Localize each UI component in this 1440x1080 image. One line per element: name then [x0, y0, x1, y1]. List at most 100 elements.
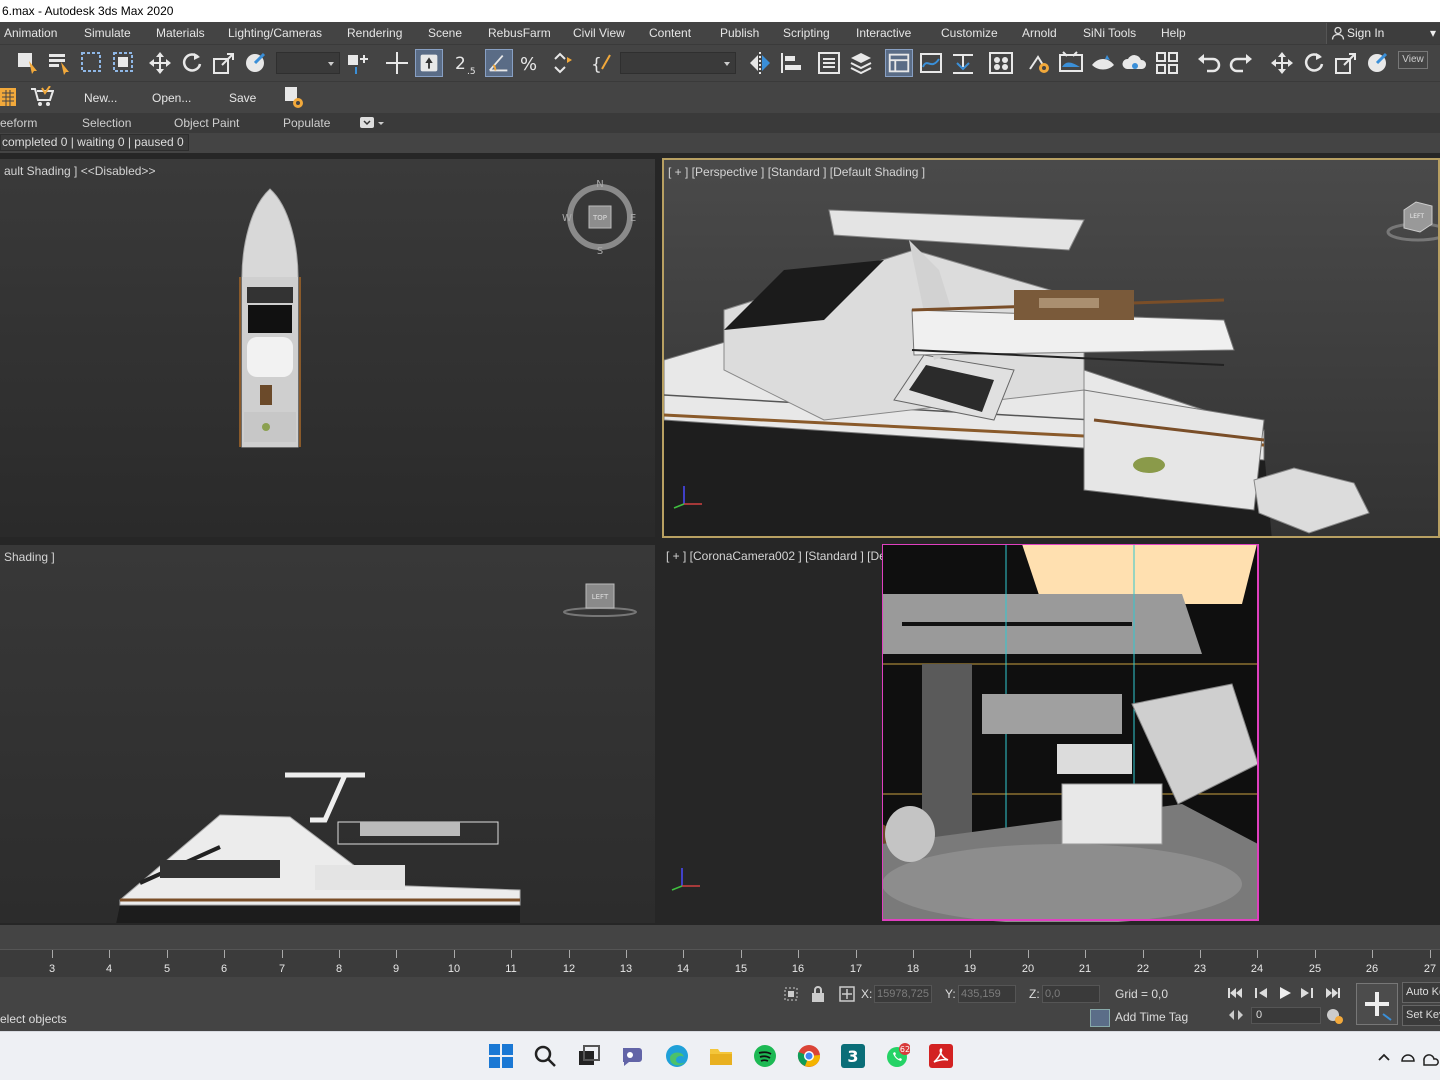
- menu-publish[interactable]: Publish: [720, 22, 759, 45]
- select-object-icon[interactable]: [14, 49, 42, 77]
- select-manipulate-icon[interactable]: [383, 49, 411, 77]
- x-coord-field[interactable]: 15978,725: [874, 985, 932, 1003]
- menu-rebusfarm[interactable]: RebusFarm: [488, 22, 551, 45]
- menu-rendering[interactable]: Rendering: [347, 22, 402, 45]
- align-icon[interactable]: [778, 49, 806, 77]
- move-icon-right[interactable]: [1268, 49, 1296, 77]
- isolate-selection-icon[interactable]: [782, 985, 800, 1003]
- absolute-mode-icon[interactable]: [838, 985, 856, 1003]
- sign-in-button[interactable]: Sign In ▾: [1326, 23, 1440, 44]
- calculator-icon[interactable]: [0, 86, 18, 108]
- acrobat-icon[interactable]: [928, 1043, 954, 1069]
- menu-help[interactable]: Help: [1161, 22, 1186, 45]
- menu-content[interactable]: Content: [649, 22, 691, 45]
- view-coord-button[interactable]: View: [1398, 51, 1428, 69]
- viewport-top[interactable]: ault Shading ] <<Disabled>> TOP N E S W: [0, 159, 655, 537]
- cart-icon[interactable]: [30, 86, 54, 108]
- menu-simulate[interactable]: Simulate: [84, 22, 131, 45]
- viewport-left-label[interactable]: Shading ]: [4, 550, 55, 564]
- use-pivot-icon[interactable]: [344, 49, 372, 77]
- windows-start-icon[interactable]: [488, 1043, 514, 1069]
- move-icon[interactable]: [146, 49, 174, 77]
- render-cloud-icon[interactable]: [1121, 49, 1149, 77]
- prev-frame-icon[interactable]: [1253, 986, 1269, 1000]
- viewport-left[interactable]: Shading ] LEFT: [0, 545, 655, 923]
- menu-animation[interactable]: Animation: [4, 22, 57, 45]
- scale-icon-right[interactable]: [1332, 49, 1360, 77]
- next-frame-icon[interactable]: [1299, 986, 1315, 1000]
- menu-arnold[interactable]: Arnold: [1022, 22, 1057, 45]
- undo-icon[interactable]: [1195, 49, 1223, 77]
- task-view-icon[interactable]: [576, 1043, 602, 1069]
- menu-customize[interactable]: Customize: [941, 22, 998, 45]
- chrome-icon[interactable]: [796, 1043, 822, 1069]
- menu-scene[interactable]: Scene: [428, 22, 462, 45]
- open-button[interactable]: Open...: [152, 91, 191, 105]
- current-frame-field[interactable]: 0: [1251, 1007, 1321, 1024]
- scale-icon[interactable]: [210, 49, 238, 77]
- file-explorer-icon[interactable]: [708, 1043, 734, 1069]
- place-icon[interactable]: [242, 49, 270, 77]
- whatsapp-icon[interactable]: 62: [884, 1043, 910, 1069]
- script-icon[interactable]: [284, 86, 306, 110]
- menu-lighting-cameras[interactable]: Lighting/Cameras: [228, 22, 322, 45]
- spotify-icon[interactable]: [752, 1043, 778, 1069]
- save-button[interactable]: Save: [229, 91, 256, 105]
- tab-selection[interactable]: Selection: [82, 116, 131, 130]
- lock-icon[interactable]: [810, 985, 826, 1003]
- tab-populate[interactable]: Populate: [283, 116, 330, 130]
- redo-icon[interactable]: [1227, 49, 1255, 77]
- set-key-button[interactable]: Set Key: [1402, 1005, 1440, 1026]
- render-production-icon[interactable]: [1089, 49, 1117, 77]
- rotate-icon[interactable]: [178, 49, 206, 77]
- material-editor-icon[interactable]: [987, 49, 1015, 77]
- percent-snap-icon[interactable]: %: [517, 49, 545, 77]
- snaps-toggle-icon[interactable]: 2.5: [453, 49, 481, 77]
- 3dsmax-app-icon[interactable]: 3: [840, 1043, 866, 1069]
- render-setup-icon[interactable]: [1025, 49, 1053, 77]
- edge-icon[interactable]: [664, 1043, 690, 1069]
- menu-materials[interactable]: Materials: [156, 22, 205, 45]
- teams-chat-icon[interactable]: [620, 1043, 646, 1069]
- viewport-perspective-label[interactable]: [ + ] [Perspective ] [Standard ] [Defaul…: [668, 165, 925, 179]
- named-selection-dropdown[interactable]: [620, 52, 736, 74]
- viewport-camera[interactable]: [ + ] [CoronaCamera002 ] [Standard ] [De…: [662, 544, 1440, 922]
- menu-scripting[interactable]: Scripting: [783, 22, 830, 45]
- viewport-top-label[interactable]: ault Shading ] <<Disabled>>: [4, 164, 155, 178]
- viewport-perspective[interactable]: [ + ] [Perspective ] [Standard ] [Defaul…: [662, 158, 1440, 538]
- toggle-ribbon-icon[interactable]: [885, 49, 913, 77]
- render-shortcuts-icon[interactable]: [1153, 49, 1181, 77]
- spinner-snap-icon[interactable]: [549, 49, 577, 77]
- goto-end-icon[interactable]: [1325, 986, 1341, 1000]
- mirror-icon[interactable]: [746, 49, 774, 77]
- scene-explorer-icon[interactable]: [815, 49, 843, 77]
- system-tray[interactable]: [1376, 1047, 1440, 1067]
- layer-explorer-icon[interactable]: [847, 49, 875, 77]
- play-icon[interactable]: [1277, 986, 1293, 1000]
- menu-sini-tools[interactable]: SiNi Tools: [1083, 22, 1136, 45]
- window-crossing-icon[interactable]: [110, 49, 138, 77]
- search-icon[interactable]: [532, 1043, 558, 1069]
- rotate-icon-right[interactable]: [1300, 49, 1328, 77]
- auto-key-button[interactable]: Auto Key: [1402, 982, 1440, 1003]
- rect-selection-icon[interactable]: [78, 49, 106, 77]
- viewcube-compass[interactable]: TOP N E S W: [560, 177, 640, 257]
- curve-editor-icon[interactable]: [917, 49, 945, 77]
- menu-civil-view[interactable]: Civil View: [573, 22, 625, 45]
- reference-coord-dropdown[interactable]: [276, 52, 340, 74]
- time-config-icon[interactable]: [1326, 1007, 1344, 1025]
- z-coord-field[interactable]: 0,0: [1042, 985, 1100, 1003]
- goto-start-icon[interactable]: [1227, 986, 1243, 1000]
- keyboard-shortcut-override-icon[interactable]: [415, 49, 443, 77]
- place-icon-right[interactable]: [1364, 49, 1392, 77]
- y-coord-field[interactable]: 435,159: [958, 985, 1016, 1003]
- named-selection-icon[interactable]: {: [588, 49, 616, 77]
- set-key-plus-button[interactable]: [1356, 983, 1398, 1025]
- timeline[interactable]: 3 4 5 6 7 8 9 10 11 12 13 14 15 16 17 18 19 20 21 22 23 24 25 2…: [0, 925, 1440, 977]
- viewcube-left[interactable]: LEFT: [560, 580, 640, 620]
- select-by-name-icon[interactable]: [46, 49, 74, 77]
- ribbon-options-icon[interactable]: [360, 117, 386, 129]
- track-bar[interactable]: 3 4 5 6 7 8 9 10 11 12 13 14 15 16 17 18 19 20 21 22 23 24 25 2…: [0, 949, 1440, 977]
- angle-snap-icon[interactable]: [485, 49, 513, 77]
- menu-interactive[interactable]: Interactive: [856, 22, 911, 45]
